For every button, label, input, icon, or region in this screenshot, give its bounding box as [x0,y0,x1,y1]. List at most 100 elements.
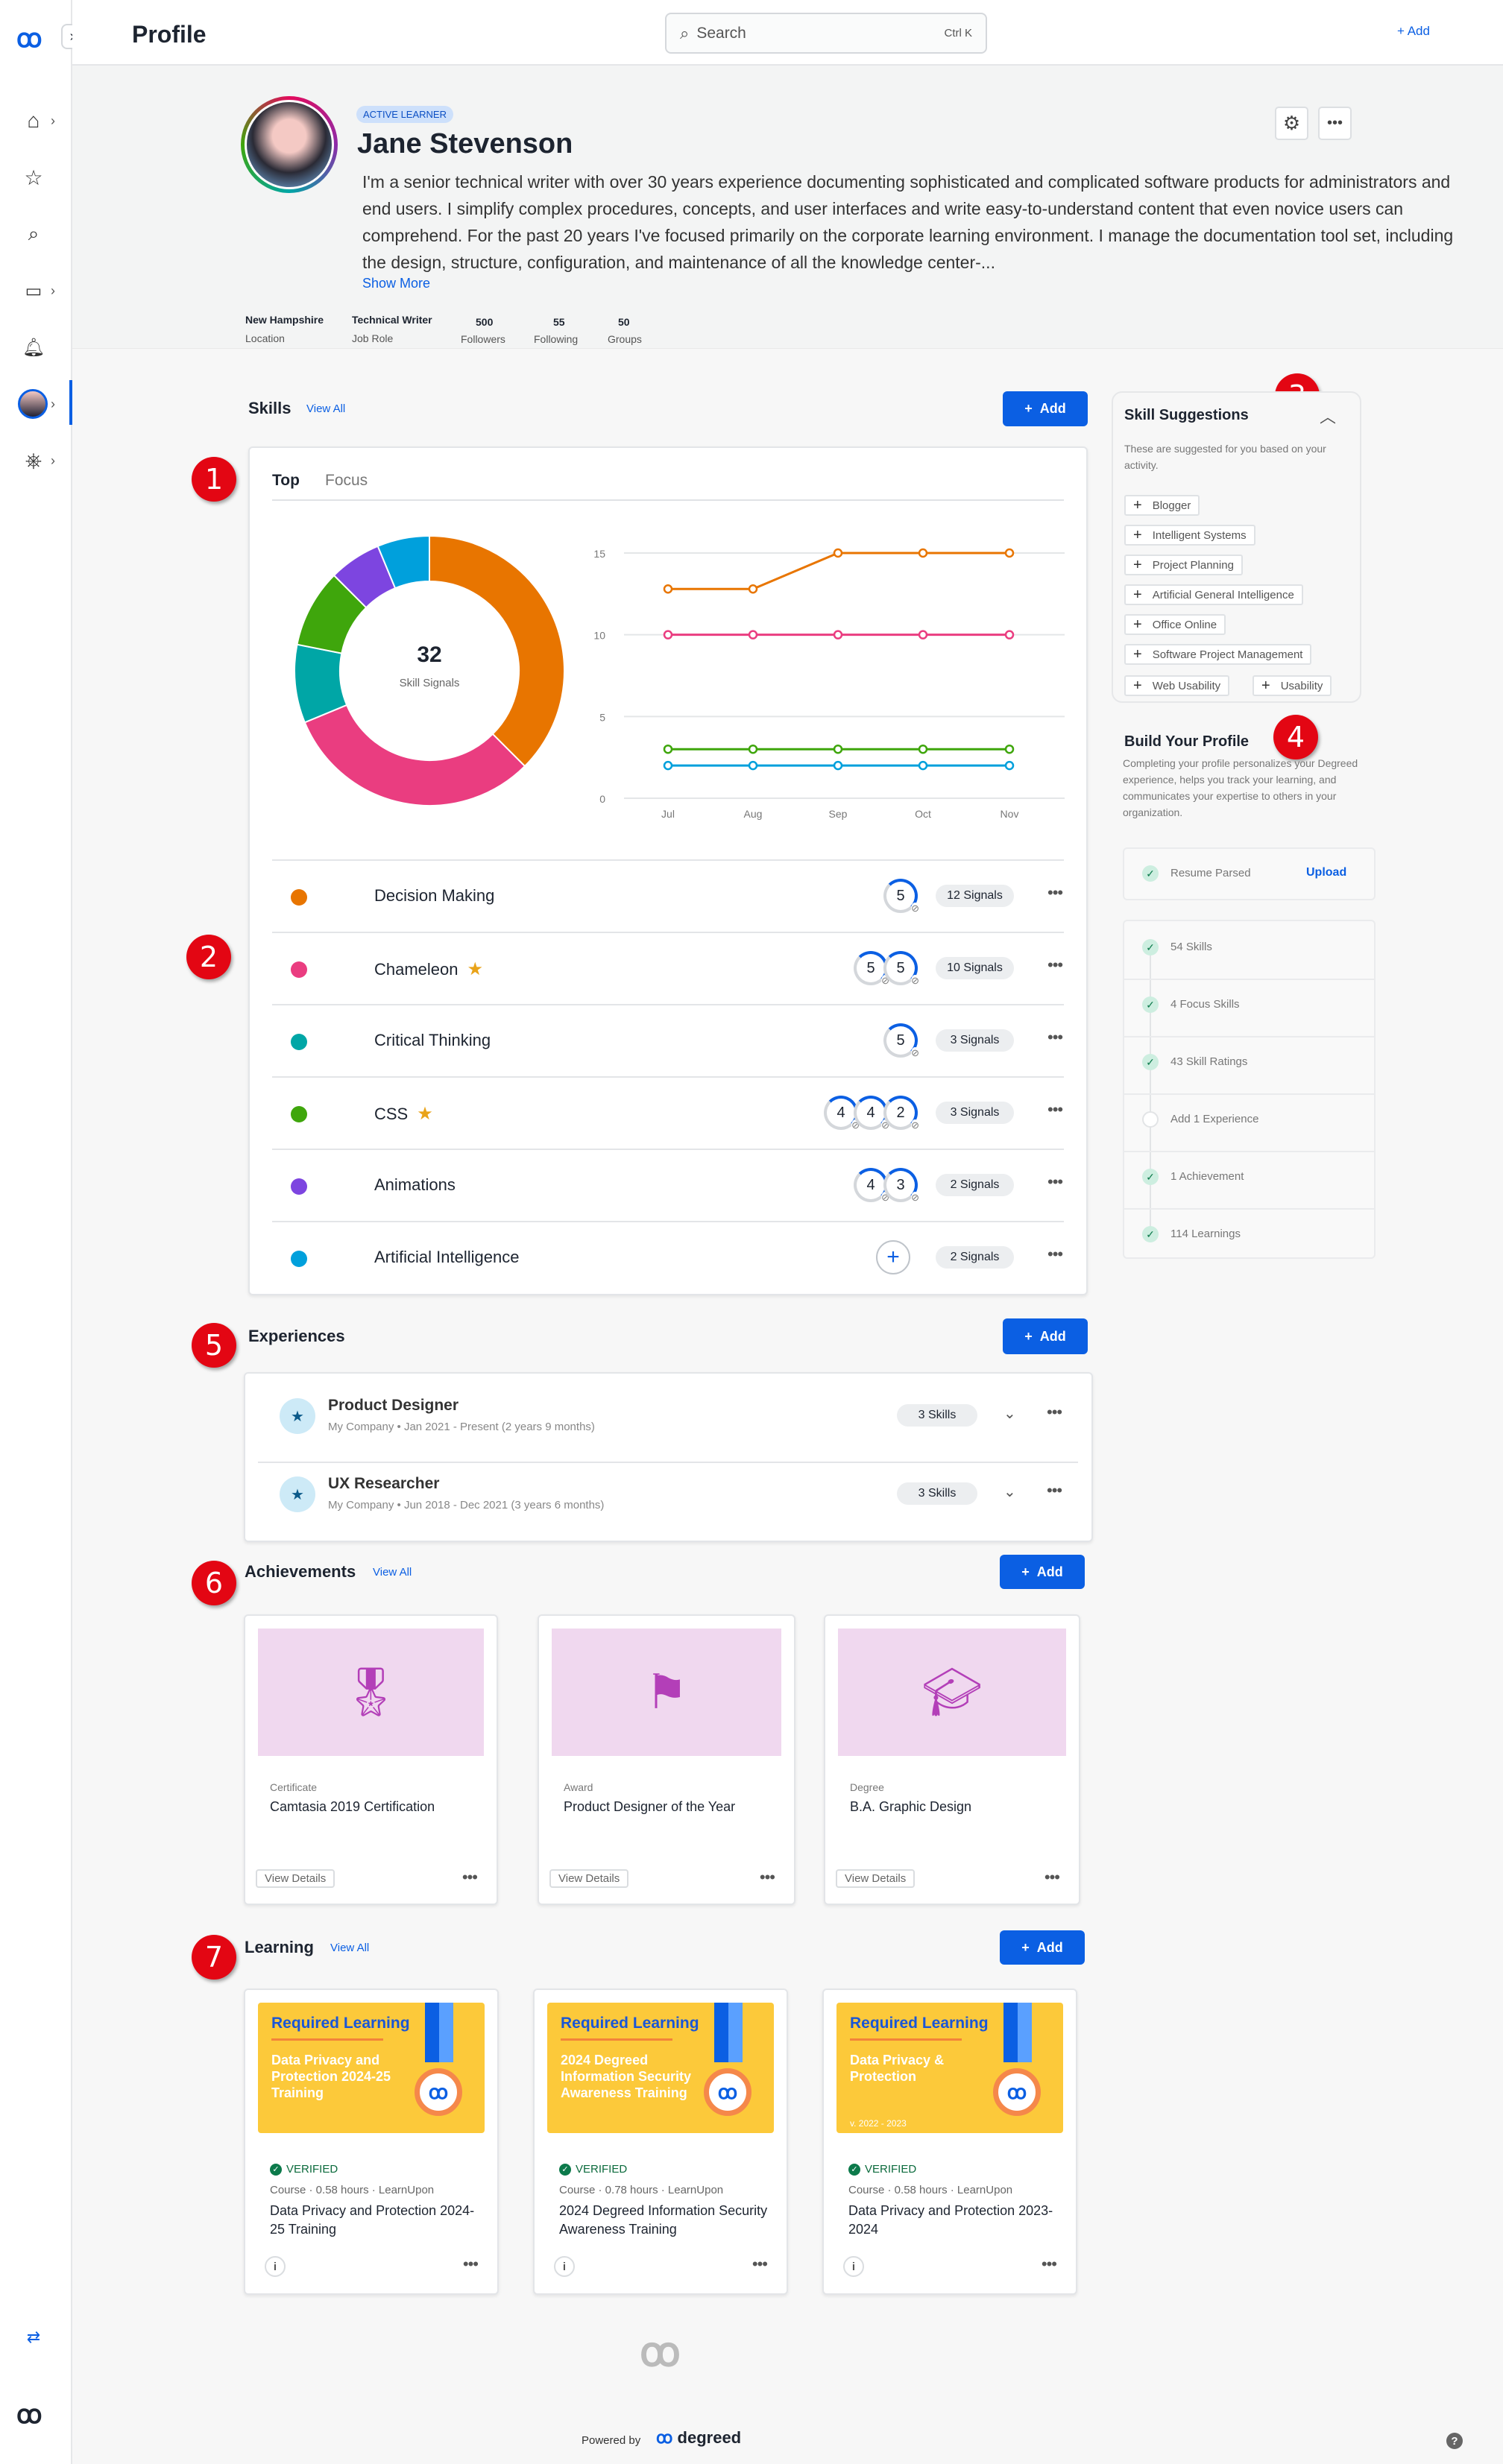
header-add-button[interactable]: + Add [1397,24,1430,39]
degreed-brand[interactable]: ꝏ degreed [656,2428,741,2448]
skill-rating[interactable]: 5 ⊘ [883,951,919,987]
settings-gear-button[interactable]: ⚙ [1275,107,1308,140]
stat-following-value[interactable]: 55 [553,316,565,328]
skill-rating[interactable]: 5 ⊘ [883,1023,919,1059]
avatar[interactable] [18,389,48,419]
skill-row[interactable]: Critical Thinking 5 ⊘ 3 Signals ••• [272,1004,1064,1076]
skill-suggestion-chip[interactable]: + Usability [1252,675,1332,696]
more-options-icon[interactable]: ••• [752,2255,768,2274]
checklist-item[interactable]: 114 Learnings [1170,1228,1241,1240]
signals-pill[interactable]: 2 Signals [936,1174,1014,1196]
more-options-icon[interactable]: ••• [1047,1100,1063,1119]
signals-pill[interactable]: 12 Signals [936,885,1014,907]
add-rating-icon[interactable]: + [876,1240,910,1274]
more-options-icon[interactable]: ••• [1042,2255,1057,2274]
more-options-icon[interactable]: ••• [1047,1481,1062,1500]
signals-pill[interactable]: 2 Signals [936,1246,1014,1269]
more-options-icon[interactable]: ••• [1047,1172,1063,1192]
chevron-right-icon[interactable]: › [51,397,55,412]
bell-icon[interactable]: 🔔︎ [21,335,46,360]
chevron-down-icon[interactable]: ⌄ [1003,1404,1016,1423]
view-details-button[interactable]: View Details [256,1869,335,1888]
more-options-icon[interactable]: ••• [1044,1868,1060,1887]
chevron-right-icon[interactable]: › [51,113,55,129]
learning-title[interactable]: Data Privacy and Protection 2023-2024 [848,2202,1065,2239]
learning-title[interactable]: Data Privacy and Protection 2024-25 Trai… [270,2202,486,2239]
skill-name[interactable]: Decision Making [374,886,494,906]
skill-row[interactable]: CSS ★ 4 ⊘ 4 ⊘ 2 ⊘ 3 Signals ••• [272,1076,1064,1149]
stat-groups-value[interactable]: 50 [618,316,630,328]
stat-followers-value[interactable]: 500 [476,316,493,328]
star-icon[interactable]: ☆ [21,165,46,190]
experience-title[interactable]: Product Designer [328,1397,459,1415]
skills-add-button[interactable]: + Add [1003,391,1088,426]
skill-name[interactable]: Artificial Intelligence [374,1248,519,1267]
experiences-add-button[interactable]: + Add [1003,1318,1088,1354]
checklist-item[interactable]: 1 Achievement [1170,1170,1244,1183]
view-details-button[interactable]: View Details [836,1869,916,1888]
settings-wheel-icon[interactable]: ⎈ [21,448,46,473]
achievements-add-button[interactable]: + Add [1000,1555,1085,1589]
briefcase-icon[interactable]: ▭ [21,278,46,303]
skill-name[interactable]: CSS ★ [374,1103,433,1125]
help-button[interactable]: ? [1446,2433,1463,2449]
skill-rating[interactable]: 3 ⊘ [883,1168,919,1204]
learning-title[interactable]: 2024 Degreed Information Security Awaren… [559,2202,775,2239]
learning-add-button[interactable]: + Add [1000,1930,1085,1965]
home-icon[interactable]: ⌂ [21,108,46,133]
collapse-chevron-up-icon[interactable]: ︿ [1320,404,1336,428]
tab-focus[interactable]: Focus [325,472,368,490]
achievement-card[interactable]: 🎖︎ Certificate Camtasia 2019 Certification… [244,1614,498,1905]
degreed-logo-icon[interactable]: ꝏ [16,24,42,54]
checklist-item[interactable]: 54 Skills [1170,941,1212,953]
more-options-icon[interactable]: ••• [1047,1245,1063,1264]
experience-title[interactable]: UX Researcher [328,1475,439,1493]
skill-suggestion-chip[interactable]: + Software Project Management [1124,644,1312,665]
achievement-card[interactable]: 🎓︎ Degree B.A. Graphic Design View Details •… [824,1614,1080,1905]
stat-following-label[interactable]: Following [534,333,578,345]
achievement-card[interactable]: ⚑ Award Product Designer of the Year View D… [538,1614,795,1905]
signals-pill[interactable]: 3 Signals [936,1029,1014,1052]
signals-pill[interactable]: 10 Signals [936,957,1014,979]
chevron-down-icon[interactable]: ⌄ [1003,1482,1016,1501]
tab-top[interactable]: Top [272,472,300,490]
learning-card[interactable]: Required Learning 2024 Degreed Informatio… [533,1988,788,2295]
search-input[interactable]: ⌕ Search Ctrl K [665,13,987,54]
more-options-icon[interactable]: ••• [462,1868,478,1887]
learning-card[interactable]: Required Learning Data Privacy & Protecti… [822,1988,1077,2295]
show-more-link[interactable]: Show More [362,276,430,291]
more-options-icon[interactable]: ••• [1047,1403,1062,1422]
checklist-item[interactable]: 43 Skill Ratings [1170,1055,1247,1068]
experience-skills-pill[interactable]: 3 Skills [897,1482,977,1505]
skill-suggestion-chip[interactable]: + Intelligent Systems [1124,525,1255,546]
search-icon[interactable]: ⌕ [21,221,46,247]
checklist-item[interactable]: 4 Focus Skills [1170,998,1240,1011]
learning-card[interactable]: Required Learning Data Privacy and Protec… [244,1988,499,2295]
skill-rating[interactable]: 5 ⊘ [883,879,919,914]
upload-resume-link[interactable]: Upload [1306,866,1346,879]
skill-name[interactable]: Critical Thinking [374,1031,491,1050]
skill-suggestion-chip[interactable]: + Project Planning [1124,555,1243,575]
skill-row[interactable]: Chameleon ★ 5 ⊘ 5 ⊘ 10 Signals ••• [272,932,1064,1004]
skill-row[interactable]: Decision Making 5 ⊘ 12 Signals ••• [272,859,1064,932]
info-icon[interactable]: i [843,2256,864,2277]
more-options-icon[interactable]: ••• [1047,883,1063,903]
donut-slice-chameleon[interactable] [303,704,526,806]
checklist-item[interactable]: Add 1 Experience [1170,1113,1258,1125]
swap-icon[interactable]: ⇄ [21,2325,46,2350]
stat-followers-label[interactable]: Followers [461,333,505,345]
more-options-icon[interactable]: ••• [1047,1028,1063,1047]
skills-view-all-link[interactable]: View All [306,402,345,415]
skill-suggestion-chip[interactable]: + Artificial General Intelligence [1124,584,1303,605]
skill-row[interactable]: Artificial Intelligence +2 Signals ••• [272,1221,1064,1293]
skill-suggestion-chip[interactable]: + Blogger [1124,495,1200,516]
info-icon[interactable]: i [554,2256,575,2277]
more-options-icon[interactable]: ••• [760,1868,775,1887]
skill-suggestion-chip[interactable]: + Office Online [1124,614,1226,635]
chevron-right-icon[interactable]: › [51,453,55,469]
skill-name[interactable]: Animations [374,1175,456,1195]
more-options-icon[interactable]: ••• [1047,955,1063,975]
skill-rating[interactable]: 2 ⊘ [883,1096,919,1131]
info-icon[interactable]: i [265,2256,286,2277]
skill-row[interactable]: Animations 4 ⊘ 3 ⊘ 2 Signals ••• [272,1149,1064,1221]
